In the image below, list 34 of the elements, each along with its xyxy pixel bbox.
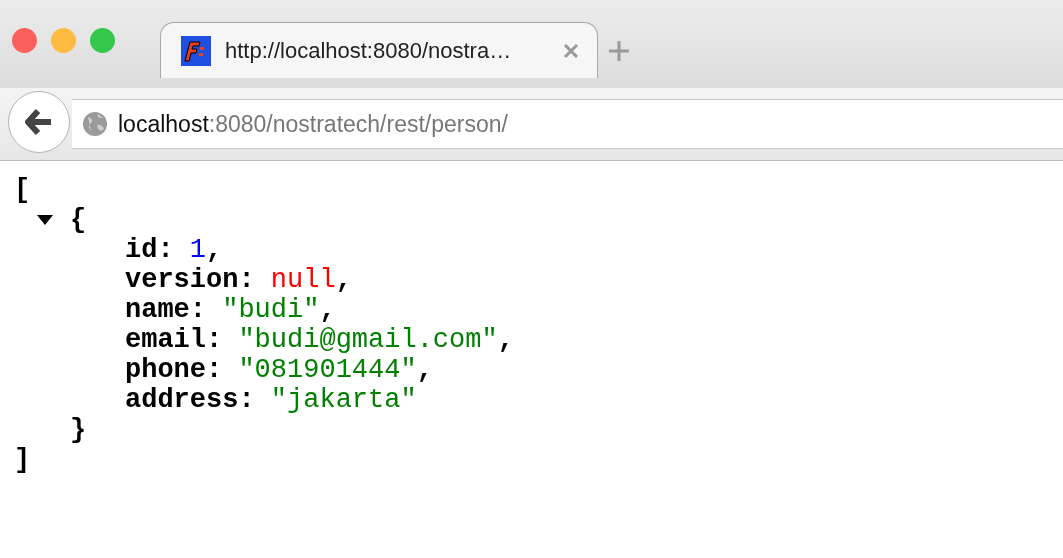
- zoom-window-button[interactable]: [90, 28, 115, 53]
- json-key: name:: [125, 295, 206, 325]
- bracket: ]: [14, 445, 31, 475]
- json-value: "budi": [222, 295, 320, 325]
- address-bar[interactable]: localhost:8080/nostratech/rest/person/: [72, 99, 1063, 149]
- json-value: "081901444": [238, 355, 417, 385]
- comma: ,: [497, 325, 514, 355]
- json-value: null: [270, 265, 336, 295]
- collapse-triangle-icon[interactable]: [36, 213, 54, 227]
- bracket: [: [14, 175, 31, 205]
- close-tab-icon[interactable]: [563, 42, 579, 59]
- close-window-button[interactable]: [12, 28, 37, 53]
- brace: }: [70, 415, 87, 445]
- comma: ,: [319, 295, 336, 325]
- back-arrow-icon: [25, 109, 53, 135]
- favicon-icon: [181, 35, 211, 66]
- globe-icon: [82, 111, 108, 137]
- url-text: localhost:8080/nostratech/rest/person/: [118, 110, 508, 138]
- minimize-window-button[interactable]: [51, 28, 76, 53]
- json-key: phone:: [125, 355, 223, 385]
- browser-tab[interactable]: http://localhost:8080/nostra…: [160, 22, 598, 78]
- new-tab-icon[interactable]: [608, 40, 630, 62]
- tab-title: http://localhost:8080/nostra…: [225, 37, 513, 64]
- comma: ,: [335, 265, 352, 295]
- json-value: "jakarta": [270, 385, 417, 415]
- json-key: version:: [125, 265, 255, 295]
- json-value: 1: [189, 235, 206, 265]
- brace: {: [70, 205, 87, 235]
- json-value: "budi@gmail.com": [238, 325, 498, 355]
- comma: ,: [416, 355, 433, 385]
- json-key: id:: [125, 235, 174, 265]
- json-key: address:: [125, 385, 255, 415]
- json-key: email:: [125, 325, 223, 355]
- comma: ,: [206, 235, 223, 265]
